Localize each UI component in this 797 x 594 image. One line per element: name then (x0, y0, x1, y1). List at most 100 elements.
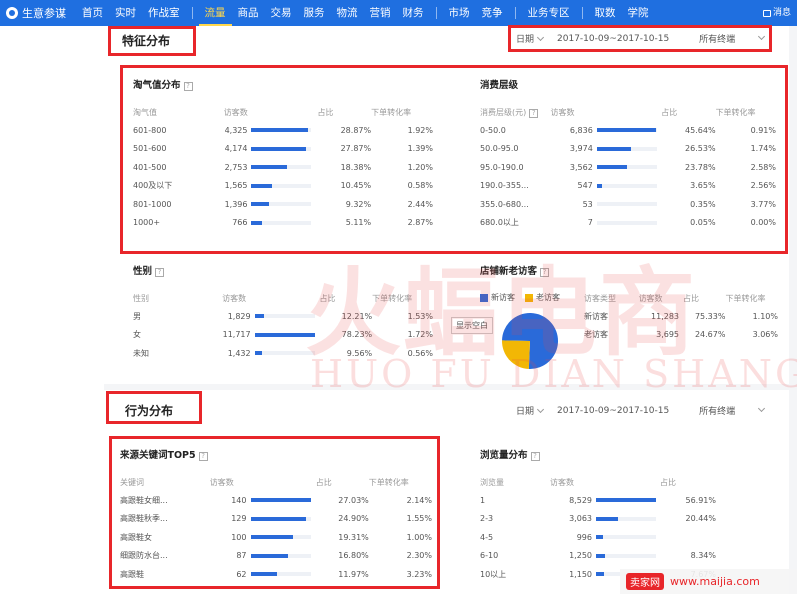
gender-title-text: 性别 (133, 266, 153, 277)
row-visitors: 100 (231, 532, 247, 542)
nav-academy[interactable]: 学院 (622, 0, 655, 26)
row-share: 0.05% (690, 218, 716, 228)
col-header: 下单转化率 (368, 477, 409, 487)
row-visitors: 1,565 (224, 181, 248, 191)
terminal-select[interactable]: 所有终端 (699, 404, 735, 417)
row-bar (250, 528, 316, 547)
table-row: 4-5 996 (480, 528, 716, 547)
message-icon (762, 9, 771, 17)
feature-title-highlight (108, 26, 196, 56)
row-label: 190.0-355... (480, 181, 529, 191)
row-label: 2-3 (480, 514, 494, 524)
row-visitors: 547 (577, 181, 593, 191)
help-icon[interactable]: ? (530, 452, 540, 461)
row-share: 28.87% (340, 125, 372, 135)
pageviews-table: 浏览量 访客数 占比 1 8,529 56.91% 2-3 3,063 20.44% 4-5… (480, 473, 716, 584)
bar-fill (251, 220, 262, 225)
col-header: 关键词 (120, 477, 144, 487)
nav-market[interactable]: 市场 (443, 0, 476, 26)
terminal-label: 所有终端 (699, 407, 736, 417)
row-conversion: 1.92% (407, 125, 433, 135)
message-button[interactable]: 消息 (762, 0, 791, 26)
table-row: 0-50.0 6,836 45.64% 0.91% (480, 121, 776, 140)
nav-product[interactable]: 商品 (232, 0, 265, 26)
nav-traffic[interactable]: 流量 (198, 0, 232, 26)
keywords-title-text: 来源关键词TOP5 (120, 450, 196, 461)
bar-track (596, 553, 656, 558)
row-label: 细跟防水台... (120, 551, 168, 561)
brand[interactable]: 生意参谋 (0, 5, 76, 21)
nav-business-zone[interactable]: 业务专区 (522, 0, 576, 26)
bar-fill (596, 165, 628, 170)
col-header: 访客数 (550, 107, 575, 117)
row-bar (596, 158, 661, 177)
bar-fill (251, 165, 288, 170)
row-visitors: 3,974 (569, 144, 593, 154)
row-share (660, 528, 716, 547)
help-icon[interactable]: ? (155, 268, 165, 277)
bar-track (251, 220, 312, 225)
bar-track (251, 146, 312, 151)
row-label: 高跟鞋女细... (120, 495, 168, 505)
col-header: 下单转化率 (371, 107, 412, 117)
row-bar (250, 565, 316, 584)
col-header (597, 103, 661, 121)
chevron-down-icon[interactable] (758, 404, 766, 413)
nav-divider (514, 7, 516, 19)
row-label: 女 (133, 330, 141, 340)
row-visitors: 62 (236, 569, 247, 579)
row-bar (251, 140, 317, 159)
nav-divider (191, 7, 193, 19)
row-visitors: 53 (582, 199, 593, 209)
col-header: 下单转化率 (725, 293, 766, 303)
nav-realtime[interactable]: 实时 (109, 0, 142, 26)
bar-track (596, 220, 657, 225)
row-share: 27.03% (338, 495, 369, 505)
nav-logistics[interactable]: 物流 (331, 0, 364, 26)
table-row: 高跟鞋 62 11.97% 3.23% (120, 565, 432, 584)
bar-fill (251, 202, 270, 207)
row-visitors: 1,432 (227, 348, 251, 358)
row-share: 10.45% (340, 181, 372, 191)
col-header: 访客数 (223, 107, 248, 117)
help-icon[interactable]: ? (183, 82, 193, 91)
row-share: 23.78% (685, 162, 716, 172)
help-icon[interactable]: ? (529, 108, 539, 118)
row-share: 24.90% (338, 514, 369, 524)
date-select[interactable]: 日期 (516, 404, 545, 417)
bar-track (250, 535, 311, 540)
date-range[interactable]: 2017-10-09~2017-10-15 (557, 406, 669, 416)
nav-trade[interactable]: 交易 (265, 0, 298, 26)
row-bar (596, 528, 660, 547)
col-header: 访客数 (209, 477, 234, 487)
bar-fill (250, 516, 306, 521)
row-visitors: 1,396 (224, 199, 248, 209)
bar-fill (250, 535, 294, 540)
table-row: 501-600 4,174 27.87% 1.39% (133, 140, 433, 159)
maijia-logo: 卖家网 (626, 573, 664, 590)
nav-service[interactable]: 服务 (298, 0, 331, 26)
nav-home[interactable]: 首页 (76, 0, 109, 26)
nav-data-fetch[interactable]: 取数 (589, 0, 622, 26)
help-icon[interactable]: ? (198, 452, 208, 461)
date-label: 日期 (516, 407, 535, 417)
consume-title-text: 消费层级 (480, 80, 519, 91)
bar-fill (596, 572, 604, 577)
row-bar (251, 214, 317, 233)
table-row: 401-500 2,753 18.38% 1.20% (133, 158, 433, 177)
row-bar (251, 121, 317, 140)
nav-finance[interactable]: 财务 (397, 0, 430, 26)
bar-track (596, 498, 656, 503)
row-visitors: 6,836 (569, 125, 593, 135)
row-bar (596, 214, 661, 233)
nav-competition[interactable]: 竞争 (476, 0, 509, 26)
nav-warroom[interactable]: 作战室 (142, 0, 186, 26)
keywords-title: 来源关键词TOP5? (120, 447, 208, 461)
bar-track (251, 128, 312, 133)
row-share: 20.44% (685, 514, 716, 524)
bar-track (596, 202, 657, 207)
col-header-text: 消费层级(元) (480, 107, 527, 117)
col-header: 访客数 (222, 293, 247, 303)
row-label: 355.0-680... (480, 199, 529, 209)
nav-marketing[interactable]: 营销 (364, 0, 397, 26)
